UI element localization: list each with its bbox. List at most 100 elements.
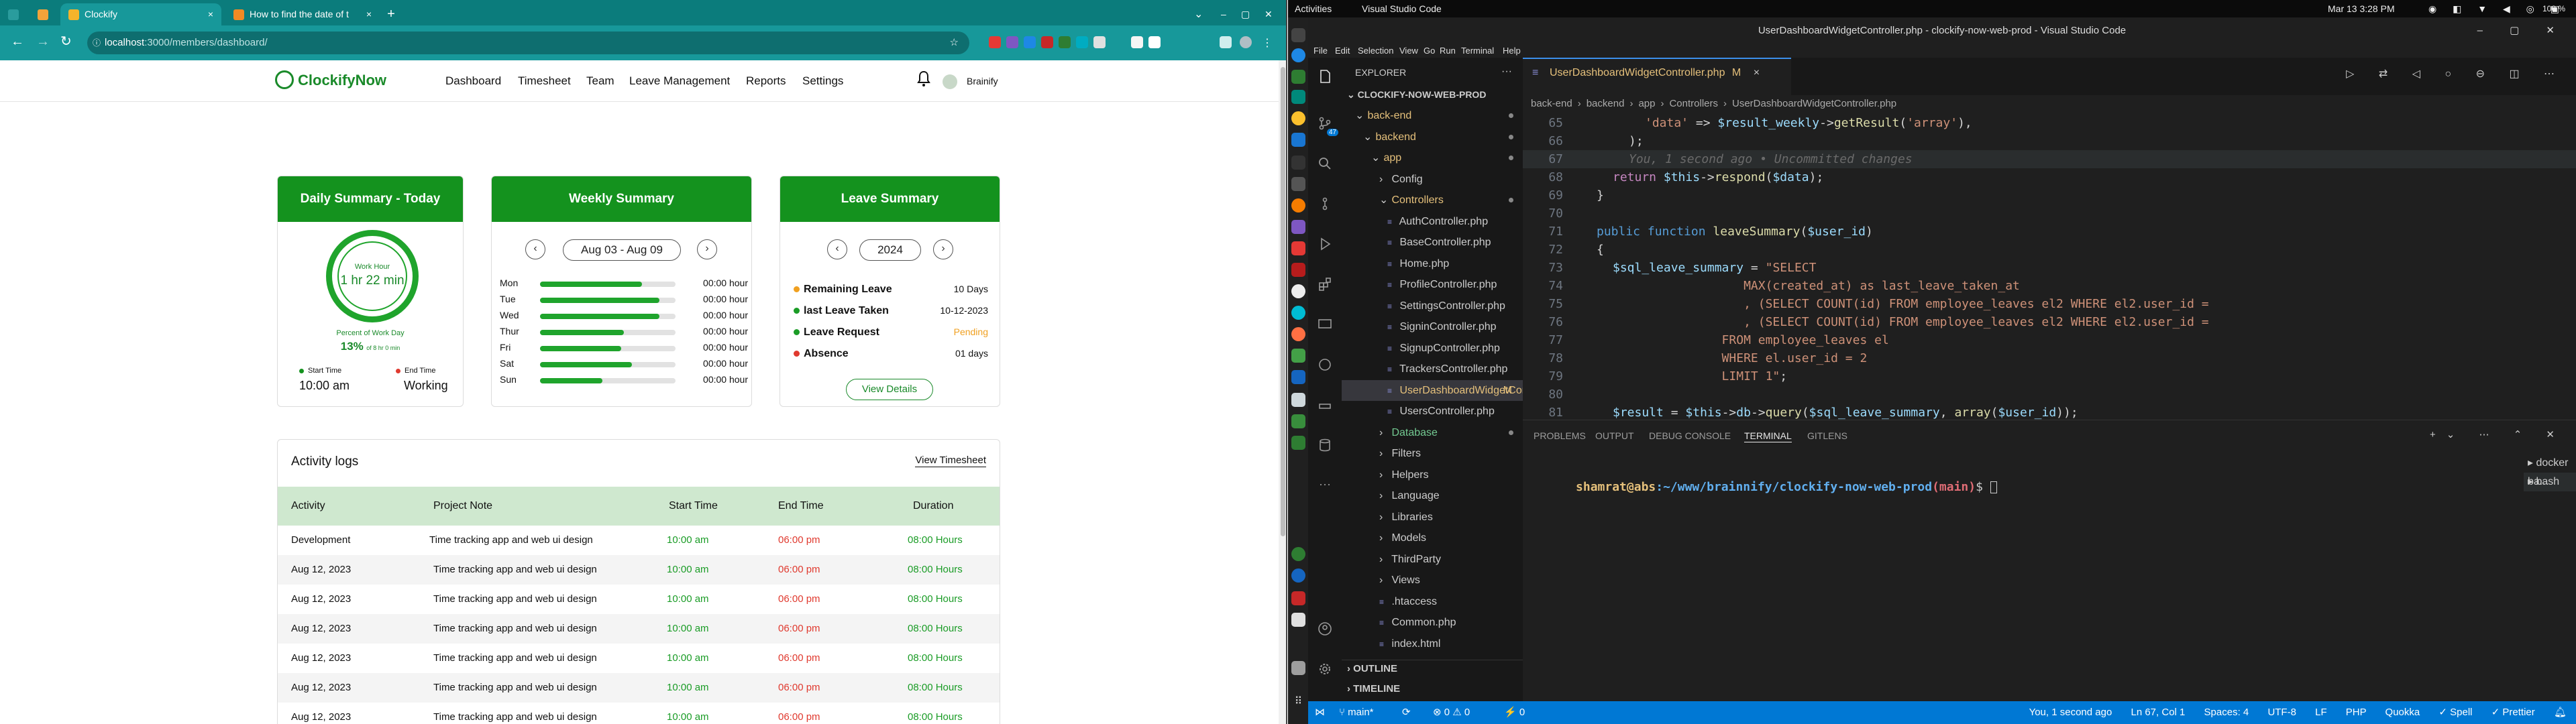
code-line[interactable]: 73 $sql_leave_summary = "SELECT [1523,259,2576,277]
terminal-output[interactable]: shamrat@abs:~/www/brainnify/clockify-now… [1532,466,1997,508]
dock-app-red2-icon[interactable] [1291,591,1305,605]
dock-app-purple-icon[interactable] [1291,220,1305,234]
code-line[interactable]: 77 FROM employee_leaves el [1523,331,2576,349]
menu-terminal[interactable]: Terminal [1461,44,1494,58]
week-prev-button[interactable]: ‹ [525,239,545,259]
skype-icon[interactable] [1291,48,1305,62]
new-tab-button[interactable]: + [381,3,401,25]
status-language[interactable]: PHP [2346,707,2367,718]
status-cursor[interactable]: Ln 67, Col 1 [2131,707,2185,718]
dock-app-blue-icon[interactable] [1291,370,1305,384]
breadcrumb-item[interactable]: app [1638,98,1655,109]
code-line[interactable]: 81 $result = $this->db->query($sql_leave_… [1523,404,2576,422]
browser-menu-icon[interactable]: ⋮ [1261,36,1273,49]
maximize-button[interactable]: ▢ [1241,3,1261,25]
extension-cyan-icon[interactable] [1076,36,1088,48]
site-logo[interactable]: ClockifyNow [275,70,386,91]
remote-indicator[interactable]: ⋈ [1315,701,1325,724]
status-indent[interactable]: Spaces: 4 [2204,707,2249,718]
tree-item[interactable]: ≡ SignupController.php [1342,338,1523,359]
code-line[interactable]: 78 WHERE el.user_id = 2 [1523,349,2576,367]
dock-app-chrome2-icon[interactable] [1291,568,1305,583]
dock-app-g-icon[interactable] [1291,547,1305,561]
extension-abp-icon[interactable] [989,36,1001,48]
chrome-icon[interactable] [1291,111,1305,125]
view-details-button[interactable]: View Details [846,379,933,400]
panel-tab-gitlens[interactable]: GITLENS [1807,430,1847,442]
tab-pinned-icon[interactable] [30,3,56,25]
code-line[interactable]: 74 MAX(created_at) as last_leave_taken_a… [1523,277,2576,295]
menu-help[interactable]: Help [1503,44,1521,58]
panel-actions[interactable]: +⌄ ⋯ ⌃ ✕ [2430,428,2565,440]
close-tab-icon[interactable]: × [366,3,372,25]
gitlens-icon[interactable] [1317,357,1333,373]
code-line[interactable]: 70 [1523,204,2576,223]
profile-avatar-icon[interactable] [1240,36,1252,48]
dock-app-darkred-icon[interactable] [1291,263,1305,277]
tree-item[interactable]: ≡ UserDashboardWidgetController.php M [1342,379,1575,401]
code-line[interactable]: 79 LIMIT 1"; [1523,367,2576,385]
notifications-bell-icon[interactable]: 🔔︎ [2554,707,2567,718]
col-project-note[interactable]: Project Note [433,487,492,526]
activities-button[interactable]: Activities [1295,0,1332,17]
extensions-icon[interactable] [1317,276,1333,292]
manage-gear-icon[interactable] [1317,661,1333,677]
menu-selection[interactable]: Selection [1358,44,1393,58]
close-tab-icon[interactable]: × [208,3,213,25]
table-row[interactable]: Aug 12, 2023 Time tracking app and web ui… [278,644,1000,673]
status-ports[interactable]: ⚡ 0 [1504,701,1525,724]
dock-app-green2-icon[interactable] [1291,414,1305,428]
code-line[interactable]: 80 [1523,385,2576,404]
panel-tab-debug-console[interactable]: DEBUG CONSOLE [1649,430,1731,442]
tab-extra-icon[interactable] [0,3,27,25]
minimize-button[interactable]: – [1221,3,1241,25]
branch-icon[interactable] [1317,196,1333,212]
tree-item[interactable]: › Database [1342,422,1523,443]
table-row[interactable]: Aug 12, 2023 Time tracking app and web ui… [278,703,1000,724]
tree-item[interactable]: ≡ TrackersController.php [1342,359,1523,379]
tree-item[interactable]: ≡ AuthController.php [1342,211,1523,232]
menu-go[interactable]: Go [1424,44,1435,58]
extension-purple-icon[interactable] [1006,36,1018,48]
extension-red-icon[interactable] [1041,36,1053,48]
tree-item[interactable]: › Language [1342,485,1523,506]
explorer-more-icon[interactable]: ··· [1501,66,1512,78]
col-duration[interactable]: Duration [913,487,953,526]
project-root[interactable]: ⌄ CLOCKIFY-NOW-WEB-PROD [1342,84,1523,105]
editor-tab-active[interactable]: ≡ UserDashboardWidgetController.php M × [1523,58,1791,95]
dock-app-chat-icon[interactable] [1291,436,1305,450]
tree-item[interactable]: ≡ ProfileController.php [1342,274,1523,295]
menu-edit[interactable]: Edit [1335,44,1350,58]
tab-how-to-find[interactable]: How to find the date of t × [225,3,380,25]
tree-item[interactable]: ≡ index.html [1342,634,1523,654]
code-line[interactable]: 68 return $this->respond($data); [1523,168,2576,186]
battery-label[interactable]: 100 % [2542,0,2565,17]
status-quokka[interactable]: Quokka [2385,707,2420,718]
tree-item[interactable]: › Filters [1342,443,1523,464]
view-timesheet-link[interactable]: View Timesheet [915,455,986,467]
user-menu[interactable]: Brainify [943,74,998,90]
reload-button[interactable]: ↻ [60,35,72,48]
table-row[interactable]: Aug 12, 2023 Time tracking app and web ui… [278,673,1000,703]
tree-item[interactable]: › Libraries [1342,507,1523,528]
tab-search-button[interactable]: ⌄ [1194,3,1214,25]
tree-item[interactable]: ≡ BaseController.php [1342,232,1523,253]
menu-file[interactable]: File [1313,44,1328,58]
code-line[interactable]: 66); [1523,132,2576,150]
nav-dashboard[interactable]: Dashboard [445,72,501,90]
week-range[interactable]: Aug 03 - Aug 09 [563,239,681,261]
tree-item[interactable]: ≡ .htaccess [1342,591,1523,612]
page-scrollbar[interactable] [1279,60,1286,724]
year-next-button[interactable]: › [933,239,953,259]
terminal-icon[interactable] [1291,156,1305,170]
run-debug-icon[interactable] [1317,236,1333,252]
tree-item[interactable]: ≡ Home.php [1342,253,1523,274]
tree-item[interactable]: ≡ SettingsController.php [1342,296,1523,316]
close-tab-icon[interactable]: × [1754,67,1760,78]
terminal-item-docker[interactable]: ▸ docker ba... [2524,454,2576,487]
files-icon[interactable] [1291,28,1305,42]
more-icon[interactable]: ··· [1317,477,1333,493]
tree-item[interactable]: › Helpers [1342,465,1523,485]
dock-app-teal-icon[interactable] [1291,90,1305,104]
tree-item[interactable]: › ThirdParty [1342,549,1523,570]
